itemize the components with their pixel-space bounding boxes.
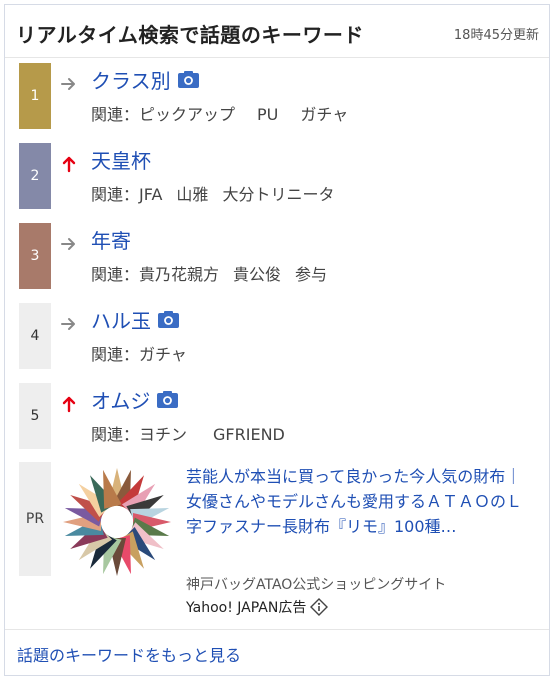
rank-badge: 2 [19, 143, 51, 209]
pr-badge: PR [19, 462, 51, 576]
camera-icon [158, 311, 179, 328]
keyword-text[interactable]: クラス別 [91, 65, 171, 94]
related-term[interactable]: ヨチン [139, 425, 187, 444]
related-keywords: 関連：貴乃花親方 貴公俊 参与 [91, 261, 327, 285]
related-label: 関連： [91, 105, 140, 124]
rank-badge: 4 [19, 303, 51, 369]
camera-icon [177, 71, 199, 88]
keyword-text[interactable]: ハル玉 [91, 305, 151, 334]
related-term[interactable]: JFA [139, 185, 162, 204]
camera-icon [157, 391, 179, 408]
related-term[interactable]: ガチャ [139, 345, 187, 364]
keyword-text[interactable]: 年寄 [91, 225, 131, 254]
trend-up-icon [62, 396, 76, 413]
pr-sponsor[interactable]: 神戸バッグATAO公式ショッピングサイト [186, 574, 446, 594]
keyword-link[interactable]: クラス別 [91, 65, 199, 94]
ad-info-icon[interactable] [310, 598, 329, 616]
related-keywords: 関連：ガチャ [91, 341, 187, 365]
related-label: 関連： [91, 265, 140, 284]
panel-header: リアルタイム検索で話題のキーワード 18時45分更新 [5, 5, 549, 58]
more-keywords-link[interactable]: 話題のキーワードをもっと見る [17, 642, 241, 666]
wallet-product-image[interactable] [61, 466, 173, 578]
trend-flat-icon [61, 318, 75, 330]
pr-ad-block: PR 芸能人が本当に買って良かった今人気の財布｜ 女優さんやモデルさんも愛用する… [5, 462, 549, 616]
keyword-row: 5 オムジ 関連：ヨチン GFRIEND [5, 383, 549, 449]
related-keywords: 関連：ヨチン GFRIEND [91, 421, 285, 445]
related-term[interactable]: 貴公俊 [233, 265, 281, 284]
rank-badge: 5 [19, 383, 51, 449]
related-label: 関連： [91, 345, 140, 364]
keyword-text[interactable]: 天皇杯 [91, 145, 151, 174]
trending-keywords-panel: リアルタイム検索で話題のキーワード 18時45分更新 1 クラス別 関連：ピック… [4, 4, 550, 676]
keyword-link[interactable]: 年寄 [91, 225, 131, 254]
related-term[interactable]: PU [257, 105, 278, 124]
keyword-link[interactable]: ハル玉 [91, 305, 179, 334]
update-time: 18時45分更新 [453, 28, 539, 43]
pr-headline-link[interactable]: 芸能人が本当に買って良かった今人気の財布｜ 女優さんやモデルさんも愛用するＡＴＡ… [186, 464, 536, 539]
pr-ad-label-row: Yahoo! JAPAN広告 [186, 597, 329, 617]
trend-flat-icon [61, 238, 75, 250]
panel-title: リアルタイム検索で話題のキーワード [16, 23, 364, 47]
related-term[interactable]: GFRIEND [213, 425, 285, 444]
related-label: 関連： [91, 185, 140, 204]
related-term[interactable]: ガチャ [300, 105, 348, 124]
related-keywords: 関連：JFA 山雅 大分トリニータ [91, 181, 334, 205]
related-label: 関連： [91, 425, 140, 444]
related-term[interactable]: 参与 [295, 265, 327, 284]
related-term[interactable]: ピックアップ [139, 105, 235, 124]
related-term[interactable]: 貴乃花親方 [139, 265, 219, 284]
keyword-row: 3 年寄 関連：貴乃花親方 貴公俊 参与 [5, 223, 549, 289]
keyword-link[interactable]: オムジ [91, 385, 179, 414]
pr-ad-label: Yahoo! JAPAN広告 [186, 600, 307, 616]
related-term[interactable]: 山雅 [176, 185, 208, 204]
panel-footer: 話題のキーワードをもっと見る [5, 629, 549, 675]
keyword-row: 1 クラス別 関連：ピックアップ PU ガチャ [5, 63, 549, 129]
rank-badge: 1 [19, 63, 51, 129]
trend-up-icon [62, 156, 76, 173]
keyword-link[interactable]: 天皇杯 [91, 145, 151, 174]
rank-badge: 3 [19, 223, 51, 289]
keyword-text[interactable]: オムジ [91, 385, 150, 414]
trend-flat-icon [61, 78, 75, 90]
related-keywords: 関連：ピックアップ PU ガチャ [91, 101, 348, 125]
keyword-row: 4 ハル玉 関連：ガチャ [5, 303, 549, 369]
keyword-row: 2 天皇杯 関連：JFA 山雅 大分トリニータ [5, 143, 549, 209]
related-term[interactable]: 大分トリニータ [222, 185, 334, 204]
